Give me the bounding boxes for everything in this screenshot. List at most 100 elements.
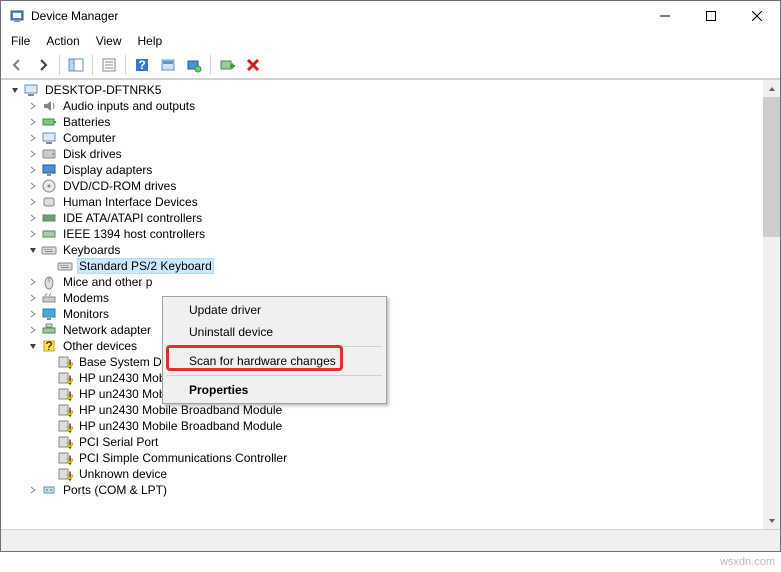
chevron-down-icon[interactable] xyxy=(25,338,41,354)
action-button[interactable] xyxy=(156,53,180,77)
svg-text:!: ! xyxy=(68,421,71,434)
scroll-thumb[interactable] xyxy=(763,97,780,237)
back-button[interactable] xyxy=(5,53,29,77)
disk-icon xyxy=(41,146,57,162)
menu-action[interactable]: Action xyxy=(40,32,85,50)
chevron-right-icon[interactable] xyxy=(25,306,41,322)
content-area: DESKTOP-DFTNRK5 Audio inputs and outputs… xyxy=(1,79,780,529)
tree-category[interactable]: Computer xyxy=(3,130,763,146)
warning-device-icon: ! xyxy=(57,450,73,466)
scan-hardware-button[interactable] xyxy=(182,53,206,77)
chevron-right-icon[interactable] xyxy=(25,290,41,306)
node-label: Human Interface Devices xyxy=(61,195,200,209)
context-menu-properties[interactable]: Properties xyxy=(165,379,384,401)
node-label: Unknown device xyxy=(77,467,169,481)
uninstall-button[interactable] xyxy=(241,53,265,77)
tree-device[interactable]: !HP un2430 Mobile Broadband Module xyxy=(3,418,763,434)
help-button[interactable]: ? xyxy=(130,53,154,77)
warning-device-icon: ! xyxy=(57,402,73,418)
tree-device[interactable]: ! HP un2430 Mobile Broadband Module xyxy=(3,402,763,418)
toolbar-separator xyxy=(59,55,60,75)
chevron-right-icon[interactable] xyxy=(25,114,41,130)
toolbar-separator xyxy=(125,55,126,75)
svg-text:!: ! xyxy=(68,389,71,402)
other-devices-icon: ? xyxy=(41,338,57,354)
menu-view[interactable]: View xyxy=(90,32,128,50)
toolbar: ? xyxy=(1,51,780,79)
chevron-right-icon[interactable] xyxy=(25,482,41,498)
svg-text:!: ! xyxy=(68,453,71,466)
chevron-right-icon[interactable] xyxy=(25,226,41,242)
audio-icon xyxy=(41,98,57,114)
svg-text:!: ! xyxy=(68,405,71,418)
show-hide-tree-button[interactable] xyxy=(64,53,88,77)
node-label: PCI Serial Port xyxy=(77,435,160,449)
mouse-icon xyxy=(41,274,57,290)
svg-text:?: ? xyxy=(46,339,53,353)
node-label: Audio inputs and outputs xyxy=(61,99,197,113)
add-legacy-button[interactable] xyxy=(215,53,239,77)
minimize-button[interactable] xyxy=(642,1,688,31)
ide-icon xyxy=(41,210,57,226)
svg-text:!: ! xyxy=(68,437,71,450)
node-label: Monitors xyxy=(61,307,111,321)
tree-category[interactable]: IDE ATA/ATAPI controllers xyxy=(3,210,763,226)
scroll-down-button[interactable] xyxy=(763,512,780,529)
context-menu-update-driver[interactable]: Update driver xyxy=(165,299,384,321)
chevron-right-icon[interactable] xyxy=(25,274,41,290)
svg-text:?: ? xyxy=(138,58,145,72)
chevron-right-icon[interactable] xyxy=(25,162,41,178)
chevron-right-icon[interactable] xyxy=(25,210,41,226)
forward-button[interactable] xyxy=(31,53,55,77)
properties-button[interactable] xyxy=(97,53,121,77)
node-label: Batteries xyxy=(61,115,112,129)
chevron-right-icon[interactable] xyxy=(25,322,41,338)
scroll-up-button[interactable] xyxy=(763,80,780,97)
chevron-right-icon[interactable] xyxy=(25,98,41,114)
monitor-icon xyxy=(41,306,57,322)
tree-category[interactable]: IEEE 1394 host controllers xyxy=(3,226,763,242)
tree-device[interactable]: !PCI Simple Communications Controller xyxy=(3,450,763,466)
node-label: DVD/CD-ROM drives xyxy=(61,179,178,193)
context-menu-uninstall-device[interactable]: Uninstall device xyxy=(165,321,384,343)
tree-category[interactable]: DVD/CD-ROM drives xyxy=(3,178,763,194)
tree-device-standard-keyboard[interactable]: Standard PS/2 Keyboard xyxy=(3,258,763,274)
menu-file[interactable]: File xyxy=(5,32,36,50)
tree-root[interactable]: DESKTOP-DFTNRK5 xyxy=(3,82,763,98)
tree-category[interactable]: Disk drives xyxy=(3,146,763,162)
chevron-right-icon[interactable] xyxy=(25,130,41,146)
tree-category[interactable]: Batteries xyxy=(3,114,763,130)
node-label: Keyboards xyxy=(61,243,122,257)
warning-device-icon: ! xyxy=(57,354,73,370)
context-menu-scan-hardware[interactable]: Scan for hardware changes xyxy=(165,350,384,372)
context-menu: Update driver Uninstall device Scan for … xyxy=(162,296,387,404)
chevron-right-icon[interactable] xyxy=(25,194,41,210)
maximize-button[interactable] xyxy=(688,1,734,31)
tree-device[interactable]: ! Unknown device xyxy=(3,466,763,482)
warning-device-icon: ! xyxy=(57,466,73,482)
ports-icon xyxy=(41,482,57,498)
toolbar-separator xyxy=(210,55,211,75)
tree-category[interactable]: Human Interface Devices xyxy=(3,194,763,210)
chevron-right-icon[interactable] xyxy=(25,178,41,194)
tree-category[interactable]: Audio inputs and outputs xyxy=(3,98,763,114)
tree-category-keyboards[interactable]: Keyboards xyxy=(3,242,763,258)
device-manager-window: Device Manager File Action View Help ? xyxy=(0,0,781,552)
scroll-track[interactable] xyxy=(763,97,780,512)
tree-category[interactable]: Display adapters xyxy=(3,162,763,178)
chevron-down-icon[interactable] xyxy=(7,82,23,98)
display-icon xyxy=(41,162,57,178)
tree-category[interactable]: Mice and other p xyxy=(3,274,763,290)
menu-help[interactable]: Help xyxy=(132,32,169,50)
keyboard-icon xyxy=(57,258,73,274)
chevron-down-icon[interactable] xyxy=(25,242,41,258)
tree-category[interactable]: Ports (COM & LPT) xyxy=(3,482,763,498)
vertical-scrollbar[interactable] xyxy=(763,80,780,529)
tree-device[interactable]: ! PCI Serial Port xyxy=(3,434,763,450)
chevron-right-icon[interactable] xyxy=(25,146,41,162)
close-button[interactable] xyxy=(734,1,780,31)
node-label: Modems xyxy=(61,291,111,305)
titlebar: Device Manager xyxy=(1,1,780,31)
menubar: File Action View Help xyxy=(1,31,780,51)
node-label: HP un2430 Mobile Broadband Module xyxy=(77,403,284,417)
